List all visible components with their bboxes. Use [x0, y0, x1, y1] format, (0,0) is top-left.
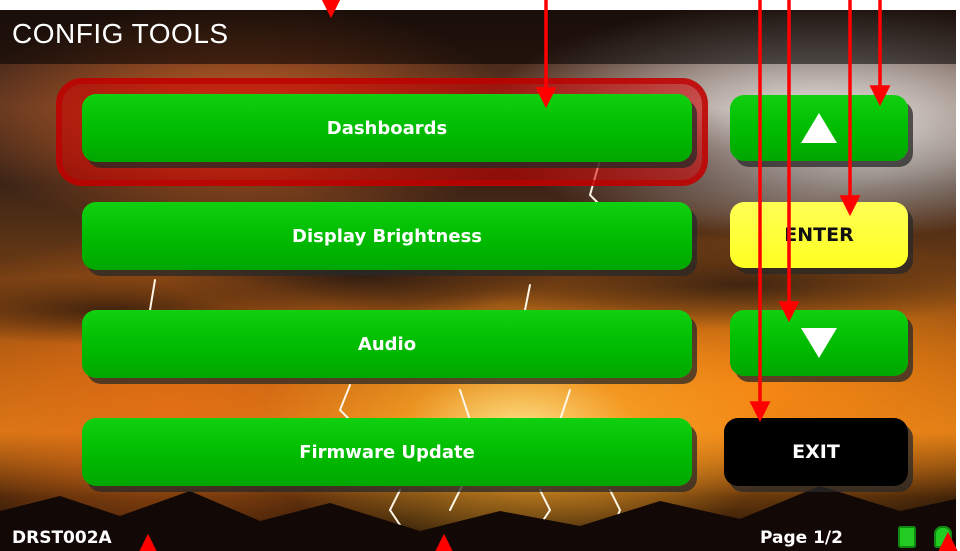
exit-button[interactable]: EXIT [724, 418, 908, 486]
down-button[interactable] [730, 310, 908, 376]
enter-label: ENTER [784, 224, 854, 246]
arrow-up-icon [801, 113, 837, 143]
menu-item-label: Firmware Update [299, 441, 475, 463]
menu-item-label: Dashboards [326, 117, 448, 139]
menu-item-label: Audio [357, 333, 417, 355]
menu-item-label: Display Brightness [292, 225, 482, 247]
menu-item-dashboards[interactable]: Dashboards [82, 94, 692, 162]
exit-label: EXIT [792, 441, 840, 463]
memory-card-icon [898, 526, 916, 548]
page-indicator: Page 1/2 [760, 528, 843, 548]
device-id: DRST002A [12, 528, 112, 548]
sd-card-icon [934, 526, 952, 548]
menu-item-display-brightness[interactable]: Display Brightness [82, 202, 692, 270]
menu-item-audio[interactable]: Audio [82, 310, 692, 378]
arrow-down-icon [801, 328, 837, 358]
up-button[interactable] [730, 95, 908, 161]
menu-item-firmware-update[interactable]: Firmware Update [82, 418, 692, 486]
enter-button[interactable]: ENTER [730, 202, 908, 268]
page-title: CONFIG TOOLS [12, 18, 229, 49]
